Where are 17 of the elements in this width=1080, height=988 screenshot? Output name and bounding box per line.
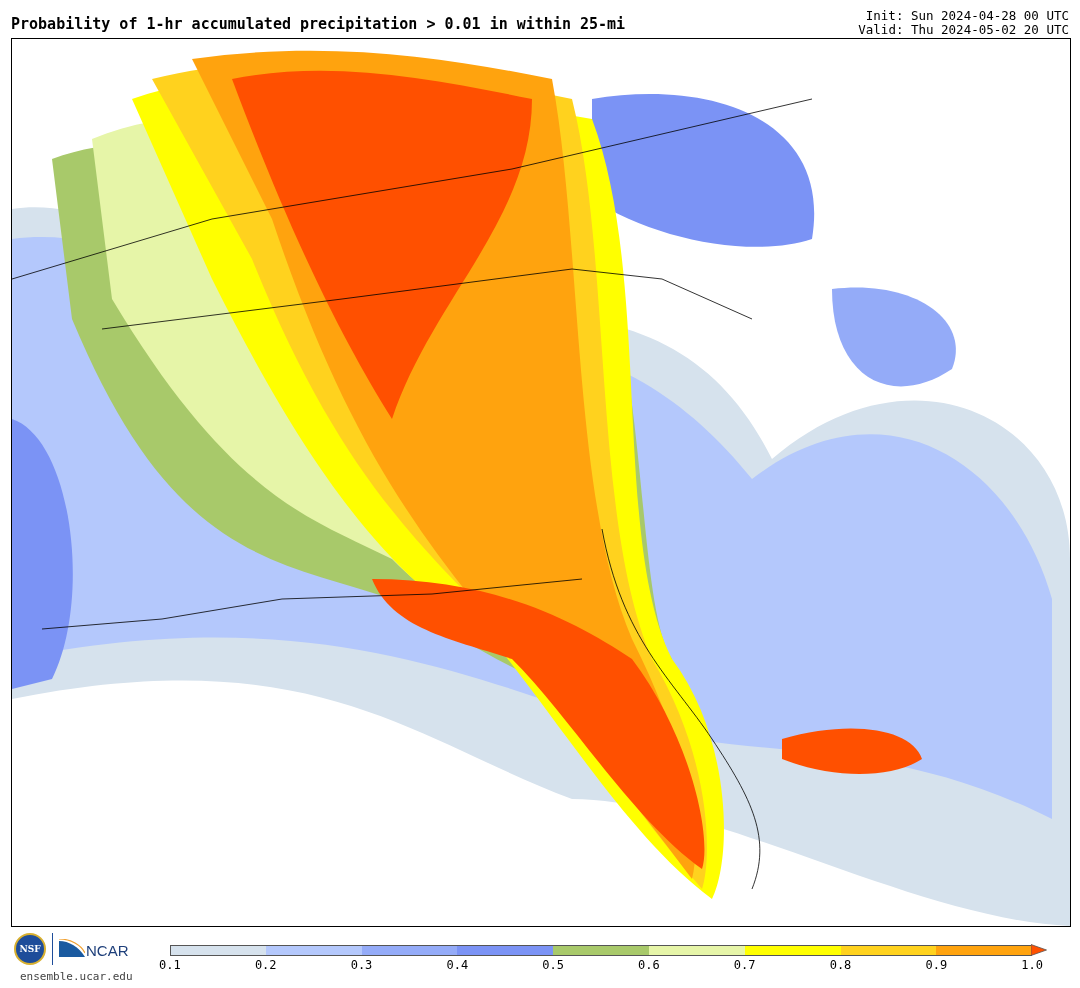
nsf-logo: NSF (14, 933, 46, 965)
run-time-label: Valid: Thu 2024-05-02 20 UTC (858, 23, 1069, 37)
colorbar-tick-label: 1.0 (1021, 958, 1043, 972)
logo-text: NCAR (86, 943, 129, 959)
ncar-swoosh-icon (59, 939, 85, 959)
colorbar-tick-label: 0.1 (159, 958, 181, 972)
colorbar-tick-label: 0.8 (829, 958, 852, 972)
colorbar-tick-label: 0.3 (350, 958, 373, 972)
run-time-label: Init: Sun 2024-04-28 00 UTC (865, 9, 1069, 23)
chart-title: Probability of 1-hr accumulated precipitation > 0.01 in within 25-mi (11, 15, 626, 35)
colorbar-tick-label: 0.4 (446, 958, 469, 972)
site-url: ensemble.ucar.edu (20, 970, 134, 983)
colorbar-tick-label: 0.7 (733, 958, 756, 972)
colorbar-tick-label: 0.2 (254, 958, 277, 972)
colorbar-tick-label: 0.5 (542, 958, 564, 972)
colorbar-tick-label: 0.6 (638, 958, 660, 972)
colorbar-tick-label: 0.9 (925, 958, 948, 972)
